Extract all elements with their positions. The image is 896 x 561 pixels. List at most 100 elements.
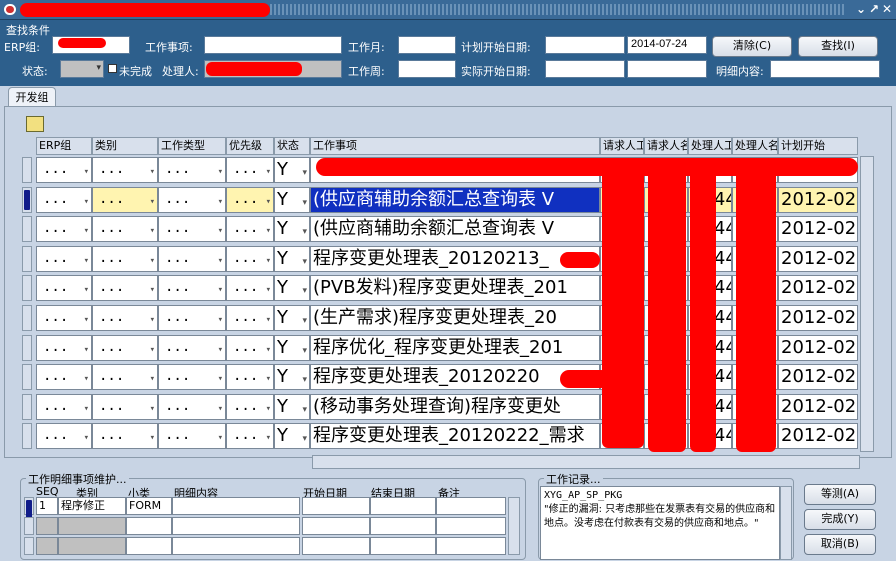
work-type-cell[interactable]: ... — [158, 246, 226, 272]
find-button[interactable]: 查找(I) — [798, 36, 878, 57]
priority-cell[interactable]: ... — [226, 364, 274, 390]
plan-start-to-field[interactable]: 2014-07-24 — [627, 36, 707, 54]
log-scrollbar[interactable] — [780, 486, 792, 560]
tab-dev-group[interactable]: 开发组 — [8, 87, 56, 107]
priority-cell[interactable]: ... — [226, 394, 274, 420]
grid-vertical-scrollbar[interactable] — [860, 156, 874, 452]
plan-start-cell[interactable]: 2012-02 — [778, 246, 858, 272]
seq-cell[interactable] — [36, 537, 58, 555]
test-button[interactable]: 等测(A) — [804, 484, 876, 505]
folder-icon[interactable] — [26, 116, 44, 132]
row-selector[interactable] — [22, 216, 32, 242]
subcategory-cell[interactable] — [126, 537, 172, 555]
actual-start-from-field[interactable] — [545, 60, 625, 78]
work-type-cell[interactable]: ... — [158, 187, 226, 213]
erp-cell[interactable]: ... — [36, 335, 92, 361]
erp-cell[interactable]: ... — [36, 157, 92, 183]
row-selector[interactable] — [22, 423, 32, 449]
plan-start-cell[interactable]: 2012-02 — [778, 187, 858, 213]
status-cell[interactable]: Y — [274, 275, 310, 301]
detail-scrollbar[interactable] — [508, 497, 520, 555]
row-selector[interactable] — [22, 335, 32, 361]
close-icon[interactable]: ✕ — [882, 2, 892, 16]
start-date-cell[interactable] — [302, 497, 370, 515]
plan-start-cell[interactable]: 2012-02 — [778, 275, 858, 301]
done-button[interactable]: 完成(Y) — [804, 509, 876, 530]
detail-category-cell[interactable] — [58, 517, 126, 535]
content-cell[interactable] — [172, 497, 300, 515]
category-cell[interactable]: ... — [92, 246, 158, 272]
work-item-cell[interactable]: (供应商辅助余额汇总查询表 V — [310, 216, 600, 242]
incomplete-checkbox[interactable] — [108, 64, 117, 73]
erp-cell[interactable]: ... — [36, 246, 92, 272]
status-cell[interactable]: Y — [274, 394, 310, 420]
category-cell[interactable]: ... — [92, 335, 158, 361]
detail-category-cell[interactable] — [58, 537, 126, 555]
start-date-cell[interactable] — [302, 537, 370, 555]
plan-start-cell[interactable]: 2012-02 — [778, 305, 858, 331]
work-item-cell[interactable]: 程序变更处理表_20120222_需求 — [310, 423, 600, 449]
status-cell[interactable]: Y — [274, 305, 310, 331]
work-item-cell[interactable]: 程序变更处理表_20120213_ — [310, 246, 600, 272]
work-type-cell[interactable]: ... — [158, 157, 226, 183]
erp-cell[interactable]: ... — [36, 423, 92, 449]
erp-cell[interactable]: ... — [36, 275, 92, 301]
row-selector[interactable] — [22, 157, 32, 183]
status-cell[interactable]: Y — [274, 187, 310, 213]
detail-field[interactable] — [770, 60, 880, 78]
category-cell[interactable]: ... — [92, 423, 158, 449]
seq-cell[interactable]: 1 — [36, 497, 58, 515]
detail-row-selector[interactable] — [24, 537, 34, 555]
erp-cell[interactable]: ... — [36, 305, 92, 331]
work-item-cell[interactable]: (供应商辅助余额汇总查询表 V — [310, 187, 600, 213]
priority-cell[interactable]: ... — [226, 246, 274, 272]
start-date-cell[interactable] — [302, 517, 370, 535]
status-cell[interactable]: Y — [274, 364, 310, 390]
work-item-cell[interactable]: 程序变更处理表_20120220 — [310, 364, 600, 390]
erp-cell[interactable]: ... — [36, 187, 92, 213]
work-item-field[interactable] — [204, 36, 342, 54]
actual-start-to-field[interactable] — [627, 60, 707, 78]
minimize-icon[interactable]: ⌄ — [856, 2, 866, 16]
status-cell[interactable]: Y — [274, 157, 310, 183]
cancel-button[interactable]: 取消(B) — [804, 534, 876, 555]
work-type-cell[interactable]: ... — [158, 275, 226, 301]
row-selector[interactable] — [22, 305, 32, 331]
priority-cell[interactable]: ... — [226, 275, 274, 301]
remark-cell[interactable] — [436, 537, 506, 555]
plan-start-cell[interactable]: 2012-02 — [778, 364, 858, 390]
restore-icon[interactable]: ↗ — [869, 2, 879, 16]
seq-cell[interactable] — [36, 517, 58, 535]
detail-row-selector[interactable] — [24, 517, 34, 535]
category-cell[interactable]: ... — [92, 216, 158, 242]
plan-start-from-field[interactable] — [545, 36, 625, 54]
priority-cell[interactable]: ... — [226, 216, 274, 242]
remark-cell[interactable] — [436, 517, 506, 535]
status-cell[interactable]: Y — [274, 335, 310, 361]
work-item-cell[interactable]: 程序优化_程序变更处理表_201 — [310, 335, 600, 361]
priority-cell[interactable]: ... — [226, 187, 274, 213]
work-month-field[interactable] — [398, 36, 456, 54]
work-type-cell[interactable]: ... — [158, 364, 226, 390]
work-type-cell[interactable]: ... — [158, 423, 226, 449]
priority-cell[interactable]: ... — [226, 335, 274, 361]
erp-cell[interactable]: ... — [36, 394, 92, 420]
end-date-cell[interactable] — [370, 497, 436, 515]
subcategory-cell[interactable] — [126, 517, 172, 535]
subcategory-cell[interactable]: FORM — [126, 497, 172, 515]
end-date-cell[interactable] — [370, 537, 436, 555]
category-cell[interactable]: ... — [92, 364, 158, 390]
work-item-cell[interactable]: (PVB发料)程序变更处理表_201 — [310, 275, 600, 301]
work-item-cell[interactable]: (移动事务处理查询)程序变更处 — [310, 394, 600, 420]
work-type-cell[interactable]: ... — [158, 305, 226, 331]
row-selector[interactable] — [22, 187, 32, 213]
status-cell[interactable]: Y — [274, 216, 310, 242]
row-selector[interactable] — [22, 364, 32, 390]
plan-start-cell[interactable]: 2012-02 — [778, 335, 858, 361]
category-cell[interactable]: ... — [92, 275, 158, 301]
priority-cell[interactable]: ... — [226, 305, 274, 331]
end-date-cell[interactable] — [370, 517, 436, 535]
clear-button[interactable]: 清除(C) — [712, 36, 792, 57]
status-cell[interactable]: Y — [274, 423, 310, 449]
category-cell[interactable]: ... — [92, 305, 158, 331]
